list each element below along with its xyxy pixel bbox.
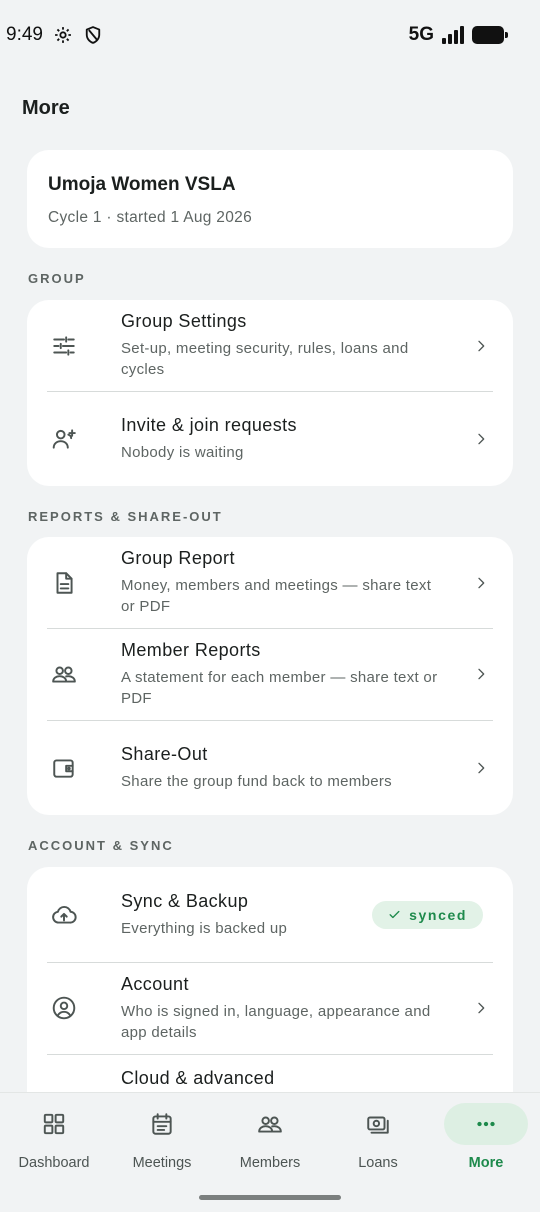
network-type: 5G (408, 24, 434, 45)
section-label-reports: REPORTS & SHARE-OUT (28, 509, 223, 524)
home-indicator[interactable] (199, 1195, 341, 1200)
nav-pill (120, 1103, 204, 1145)
badge-label: synced (409, 906, 467, 923)
status-left: 9:49 (6, 24, 103, 46)
row-text: Group Report Money, members and meetings… (121, 548, 449, 617)
page-title: More (22, 97, 70, 119)
nav-label: More (468, 1155, 504, 1171)
row-text: Account Who is signed in, language, appe… (121, 974, 449, 1043)
nav-members[interactable]: Members (216, 1093, 324, 1189)
row-title: Group Settings (121, 311, 247, 331)
status-right: 5G (408, 24, 508, 46)
nav-label: Meetings (132, 1155, 192, 1171)
chevron-right-icon (469, 996, 493, 1020)
chevron-right-icon (469, 334, 493, 358)
nav-label: Dashboard (18, 1155, 90, 1171)
nav-pill (12, 1103, 96, 1145)
cloud-advanced-row[interactable]: Cloud & advanced (27, 1054, 513, 1092)
more-icon (477, 1121, 495, 1127)
shield-icon (85, 26, 101, 44)
cash-icon (367, 1116, 389, 1134)
row-subtitle: Set-up, meeting security, rules, loans a… (121, 340, 409, 378)
chevron-right-icon (469, 427, 493, 451)
row-subtitle: Money, members and meetings — share text… (121, 577, 432, 615)
bottom-nav: Dashboard Meetings Members Loans More (0, 1092, 540, 1212)
people-icon (258, 1116, 282, 1133)
nav-dashboard[interactable]: Dashboard (0, 1093, 108, 1189)
row-subtitle: A statement for each member — share text… (121, 668, 438, 707)
signal-icon (442, 26, 464, 44)
row-title: Account (121, 973, 189, 994)
group-name: Umoja Women VSLA (48, 174, 236, 195)
cloud-upload-icon (47, 898, 81, 932)
status-time: 9:49 (6, 24, 43, 45)
row-title: Cloud & advanced (121, 1068, 275, 1088)
row-title: Group Report (121, 548, 235, 568)
calendar-icon (152, 1113, 172, 1135)
battery-icon (472, 26, 508, 44)
person-add-icon (47, 422, 81, 456)
nav-pill (336, 1103, 420, 1145)
row-title: Invite & join requests (121, 414, 297, 435)
nav-label: Members (239, 1155, 301, 1171)
row-subtitle: Share the group fund back to members (121, 772, 392, 790)
group-settings-row[interactable]: Group Settings Set-up, meeting security,… (27, 300, 513, 391)
nav-meetings[interactable]: Meetings (108, 1093, 216, 1189)
row-subtitle: Everything is backed up (121, 919, 288, 937)
status-bar: 9:49 5G (0, 0, 540, 70)
chevron-right-icon (469, 756, 493, 780)
row-subtitle: Who is signed in, language, appearance a… (121, 1002, 431, 1041)
nav-pill (228, 1103, 312, 1145)
account-circle-icon (47, 991, 81, 1025)
row-text: Share-Out Share the group fund back to m… (121, 744, 449, 792)
nav-label: Loans (358, 1155, 398, 1171)
people-icon (47, 657, 81, 691)
row-title: Sync & Backup (121, 890, 249, 911)
row-text: Cloud & advanced (121, 1068, 493, 1089)
group-cycle: Cycle 1 · started 1 Aug 2026 (48, 209, 252, 226)
nav-pill (444, 1103, 528, 1145)
row-text: Member Reports A statement for each memb… (121, 640, 449, 709)
row-text: Invite & join requests Nobody is waiting (121, 415, 449, 463)
account-section-card: Sync & Backup Everything is backed up sy… (27, 867, 513, 1092)
share-out-row[interactable]: Share-Out Share the group fund back to m… (27, 720, 513, 815)
wallet-icon (47, 751, 81, 785)
chevron-right-icon (469, 571, 493, 595)
invite-requests-row[interactable]: Invite & join requests Nobody is waiting (27, 391, 513, 486)
sync-status-badge: synced (372, 900, 483, 929)
sliders-icon (47, 329, 81, 363)
row-text: Sync & Backup Everything is backed up (121, 891, 372, 939)
row-text: Group Settings Set-up, meeting security,… (121, 311, 449, 380)
grid-icon (43, 1113, 65, 1135)
row-title: Member Reports (121, 639, 261, 660)
nav-loans[interactable]: Loans (324, 1093, 432, 1189)
row-title: Share-Out (121, 743, 208, 764)
section-label-account: ACCOUNT & SYNC (28, 838, 174, 853)
reports-section-card: Group Report Money, members and meetings… (27, 537, 513, 815)
group-report-row[interactable]: Group Report Money, members and meetings… (27, 537, 513, 628)
sync-backup-row[interactable]: Sync & Backup Everything is backed up sy… (27, 867, 513, 962)
member-reports-row[interactable]: Member Reports A statement for each memb… (27, 628, 513, 720)
group-summary-card: Umoja Women VSLA Cycle 1 · started 1 Aug… (27, 150, 513, 248)
account-row[interactable]: Account Who is signed in, language, appe… (27, 962, 513, 1054)
content-scroll[interactable]: More Umoja Women VSLA Cycle 1 · started … (0, 70, 540, 1092)
check-icon (389, 910, 400, 919)
group-section-card: Group Settings Set-up, meeting security,… (27, 300, 513, 486)
section-label-group: GROUP (28, 271, 86, 286)
nav-more[interactable]: More (432, 1093, 540, 1189)
row-subtitle: Nobody is waiting (121, 443, 244, 461)
gear-icon (55, 27, 71, 43)
document-icon (47, 566, 81, 600)
chevron-right-icon (469, 662, 493, 686)
